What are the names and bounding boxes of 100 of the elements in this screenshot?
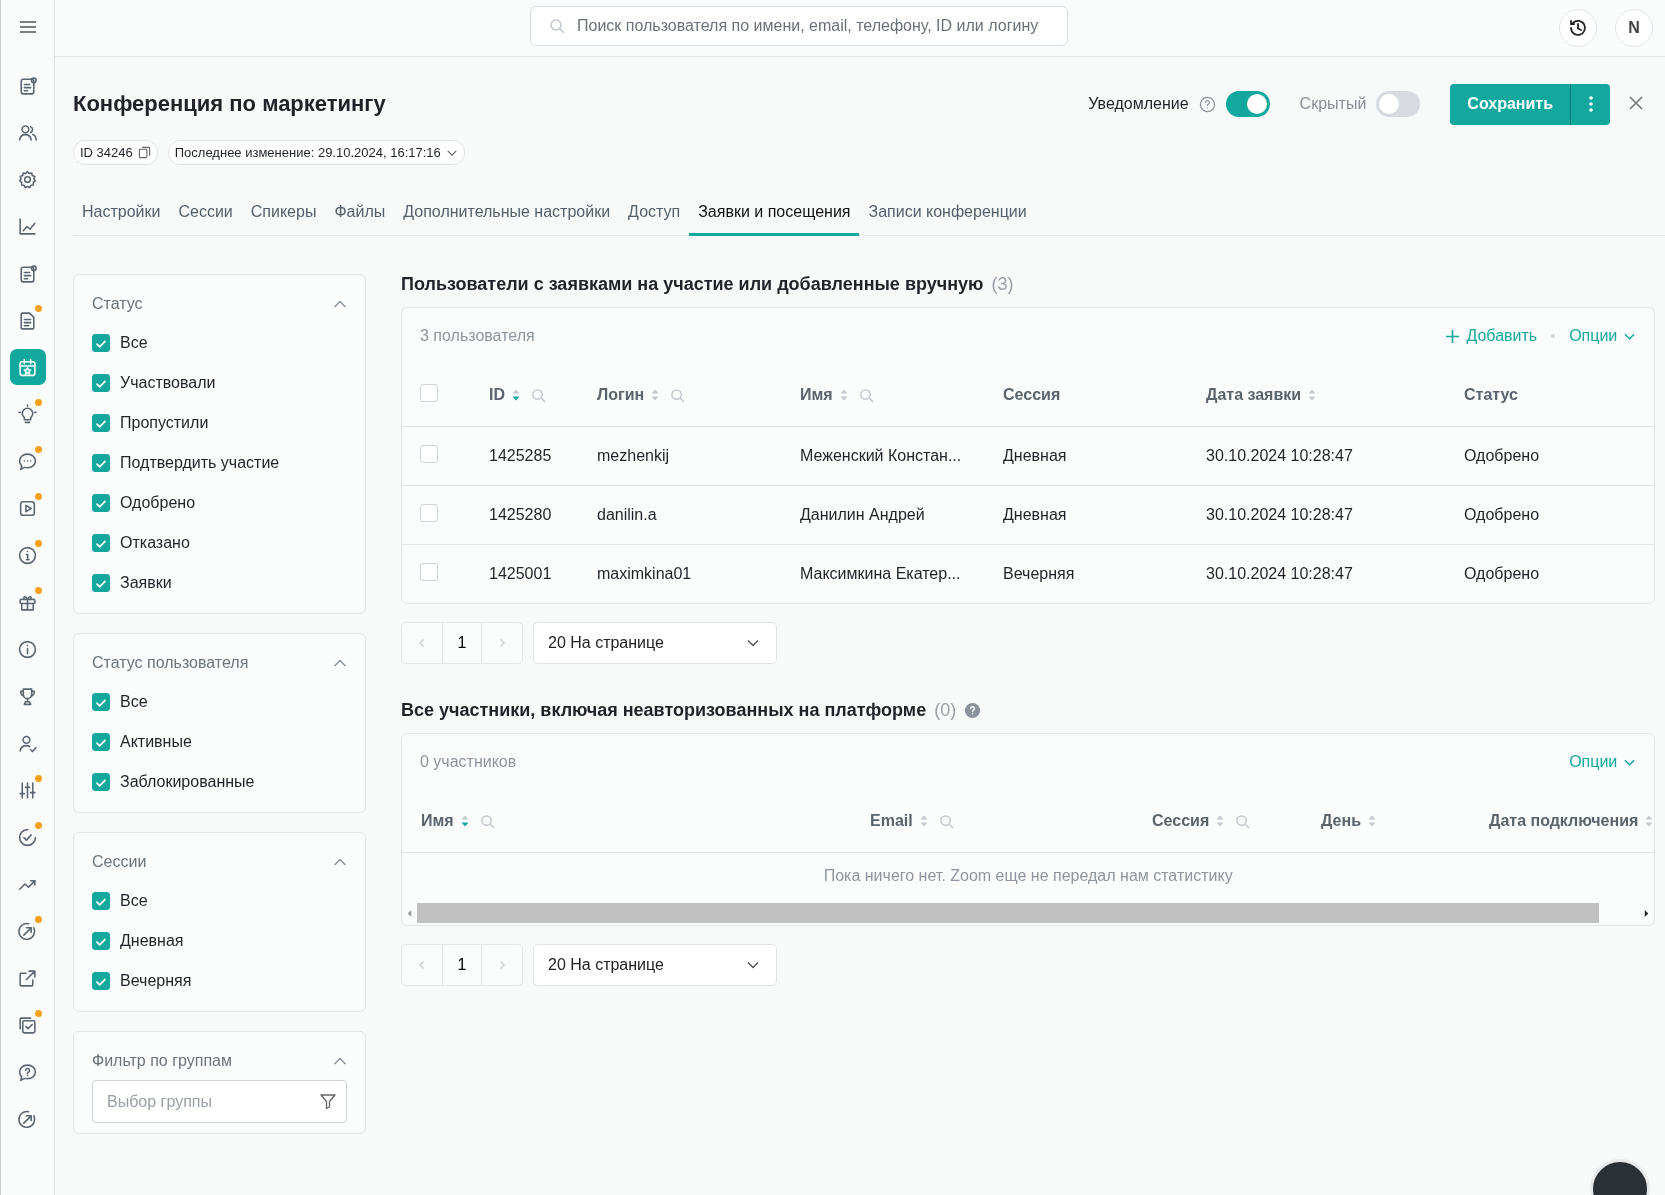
sort-icon[interactable] — [459, 814, 470, 828]
sidebar-item[interactable] — [9, 349, 46, 385]
page-size-select[interactable]: 20 На странице — [533, 622, 777, 664]
toggle-label: Уведомление — [1088, 95, 1189, 113]
checkbox[interactable] — [92, 932, 110, 950]
column-header: Имя — [800, 386, 833, 404]
search-icon[interactable] — [1235, 813, 1251, 829]
sort-icon[interactable] — [650, 388, 661, 402]
section-title: Все участники, включая неавторизованных на платформе — [401, 700, 927, 721]
checkbox-label: Одобрено — [120, 494, 196, 512]
checkbox-label: Заблокированные — [120, 773, 255, 791]
tab[interactable]: Доступ — [619, 193, 690, 236]
checkbox-label: Все — [120, 892, 148, 910]
chevron-left-icon — [417, 638, 427, 648]
checkbox[interactable] — [92, 892, 110, 910]
checkbox[interactable] — [92, 374, 110, 392]
search-icon[interactable] — [549, 18, 565, 34]
search-icon[interactable] — [479, 813, 495, 829]
sort-icon[interactable] — [1367, 814, 1377, 828]
scroll-right-icon[interactable] — [1643, 908, 1651, 918]
checkbox-label: Все — [120, 334, 148, 352]
check-circle-icon — [17, 826, 38, 848]
scroll-left-icon[interactable] — [406, 908, 413, 918]
column-header: Логин — [597, 386, 645, 404]
column-header: Сессия — [1152, 812, 1210, 830]
checkbox-label: Пропустили — [120, 414, 209, 432]
checkbox[interactable] — [420, 384, 438, 402]
summary: 3 пользователя — [420, 327, 536, 345]
sort-icon[interactable] — [1307, 388, 1318, 402]
page-title: Конференция по маркетингу — [73, 91, 387, 117]
help-chat-icon — [17, 1061, 38, 1083]
help-icon[interactable] — [1198, 95, 1216, 113]
help-icon[interactable] — [964, 702, 982, 719]
table-cell-text: Максимкина Екатер... — [800, 565, 962, 583]
tab[interactable]: Записи конференции — [859, 193, 1036, 236]
count: (0) — [934, 700, 957, 721]
tab[interactable]: Дополнительные настройки — [394, 193, 620, 236]
document-icon — [17, 262, 38, 284]
checkbox[interactable] — [92, 574, 110, 592]
trophy-icon — [17, 685, 38, 707]
checkbox[interactable] — [92, 414, 110, 432]
search-icon[interactable] — [531, 387, 546, 403]
checkbox-label: Отказано — [120, 534, 190, 552]
external-link-icon — [17, 967, 38, 989]
tab[interactable]: Файлы — [325, 193, 395, 236]
table-cell-text: 1425280 — [489, 506, 553, 524]
checkbox-label: Вечерняя — [120, 972, 192, 990]
checkbox[interactable] — [420, 445, 438, 463]
checkbox[interactable] — [92, 534, 110, 552]
table-cell-text: maximkina01 — [597, 565, 693, 583]
more-button[interactable] — [1570, 83, 1610, 125]
search-icon[interactable] — [938, 813, 954, 829]
table-cell-text: Данилин Андрей — [800, 506, 926, 524]
checkbox[interactable] — [420, 563, 438, 581]
tab[interactable]: Настройки — [73, 193, 170, 236]
id-chip[interactable]: ID 34246 — [73, 140, 158, 165]
table-cell-text: Одобрено — [1464, 447, 1541, 465]
search-icon[interactable] — [858, 387, 874, 403]
toggle-switch[interactable] — [1225, 91, 1270, 117]
filter-title: Сессии — [92, 853, 147, 871]
document-icon — [17, 309, 38, 331]
search-icon[interactable] — [670, 387, 686, 403]
checkbox-label: Все — [120, 693, 148, 711]
sort-icon[interactable] — [1215, 814, 1226, 828]
tab[interactable]: Сессии — [169, 193, 242, 236]
arrow-circle-icon — [17, 1108, 38, 1130]
history-button[interactable] — [1559, 9, 1597, 47]
count: (3) — [991, 274, 1014, 295]
checkbox[interactable] — [92, 972, 110, 990]
table-cell-text: Дневная — [1003, 447, 1068, 465]
page-size-select[interactable]: 20 На странице — [533, 944, 777, 986]
table-cell-text: 1425285 — [489, 447, 553, 465]
sort-icon[interactable] — [918, 814, 929, 828]
sort-icon[interactable] — [511, 388, 521, 402]
checkbox[interactable] — [92, 693, 110, 711]
close-icon — [1628, 94, 1644, 111]
checkbox[interactable] — [420, 504, 438, 522]
tab[interactable]: Спикеры — [241, 193, 326, 236]
checkbox[interactable] — [92, 733, 110, 751]
checkbox[interactable] — [92, 454, 110, 472]
tab[interactable]: Заявки и посещения — [689, 193, 860, 236]
column-header: День — [1321, 812, 1361, 830]
column-header: Дата заявки — [1206, 386, 1302, 404]
checkbox[interactable] — [92, 773, 110, 791]
checkbox[interactable] — [92, 494, 110, 512]
avatar-button[interactable]: N — [1615, 9, 1653, 47]
column-header: Дата подключения — [1489, 812, 1639, 830]
checkbox-label: Дневная — [120, 932, 184, 950]
group-select[interactable]: Выбор группы — [92, 1080, 347, 1123]
empty-message: Пока ничего нет. Zoom еще не передал нам статистику — [822, 866, 1234, 886]
checklist-icon — [17, 1014, 38, 1036]
sort-icon[interactable] — [1644, 814, 1655, 828]
chevron-left-icon — [417, 960, 427, 970]
sort-icon[interactable] — [838, 388, 849, 402]
settings-icon — [17, 168, 38, 190]
last-modified-chip[interactable]: Последнее изменение: 29.10.2024, 16:17:16 — [167, 140, 465, 165]
search-field[interactable]: Поиск пользователя по имени, email, телефону, ID или логину — [530, 6, 1068, 46]
toggle-switch[interactable] — [1376, 91, 1421, 117]
arrow-circle-icon — [17, 920, 38, 942]
checkbox[interactable] — [92, 334, 110, 352]
